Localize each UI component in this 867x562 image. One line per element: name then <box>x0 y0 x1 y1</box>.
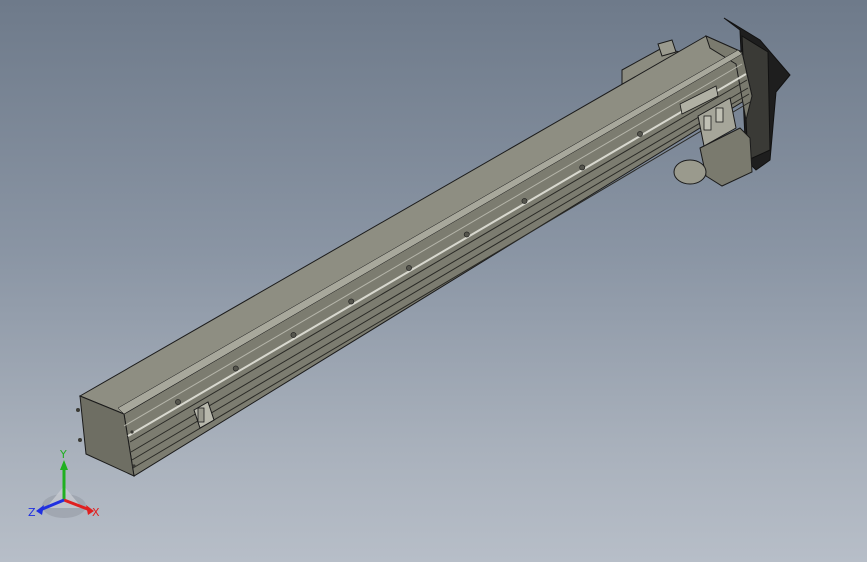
3d-viewport[interactable]: Y X Z <box>0 0 867 562</box>
x-axis-label: X <box>92 506 100 519</box>
rail-line-3 <box>130 87 749 453</box>
motor-shaft-cap <box>673 159 707 185</box>
rail-line-4 <box>131 93 750 461</box>
model-canvas[interactable]: Y X Z <box>0 0 867 562</box>
axis-triad: Y X Z <box>28 448 100 519</box>
end-screw-3 <box>130 430 134 434</box>
mounting-hole <box>175 399 181 405</box>
mounting-hole <box>521 198 528 204</box>
rail-line-6 <box>123 63 743 427</box>
mounting-hole <box>406 265 412 271</box>
end-screw-4 <box>132 464 136 468</box>
z-axis-arrow <box>36 505 44 515</box>
y-axis-label: Y <box>59 448 67 461</box>
mounting-hole <box>232 365 239 372</box>
beam-side-face[interactable] <box>123 51 753 477</box>
rear-slider-clip-2 <box>715 107 724 123</box>
beam-top-face[interactable] <box>78 35 744 415</box>
front-slider-clip <box>197 407 205 423</box>
mounting-hole <box>348 298 355 305</box>
mounting-hole <box>290 332 297 338</box>
mounting-hole <box>637 131 643 137</box>
mounting-hole <box>463 231 470 238</box>
end-screw-2 <box>78 438 82 442</box>
y-axis-arrow <box>60 460 68 470</box>
z-axis-label: Z <box>28 506 36 519</box>
end-screw-1 <box>76 408 80 412</box>
rear-slider-clip-1 <box>703 115 712 131</box>
rail-line-1 <box>127 73 747 437</box>
top-rail-strip <box>117 49 743 415</box>
rail-line-2 <box>129 79 748 443</box>
mounting-hole <box>579 164 586 171</box>
rail-line-5 <box>132 101 751 469</box>
